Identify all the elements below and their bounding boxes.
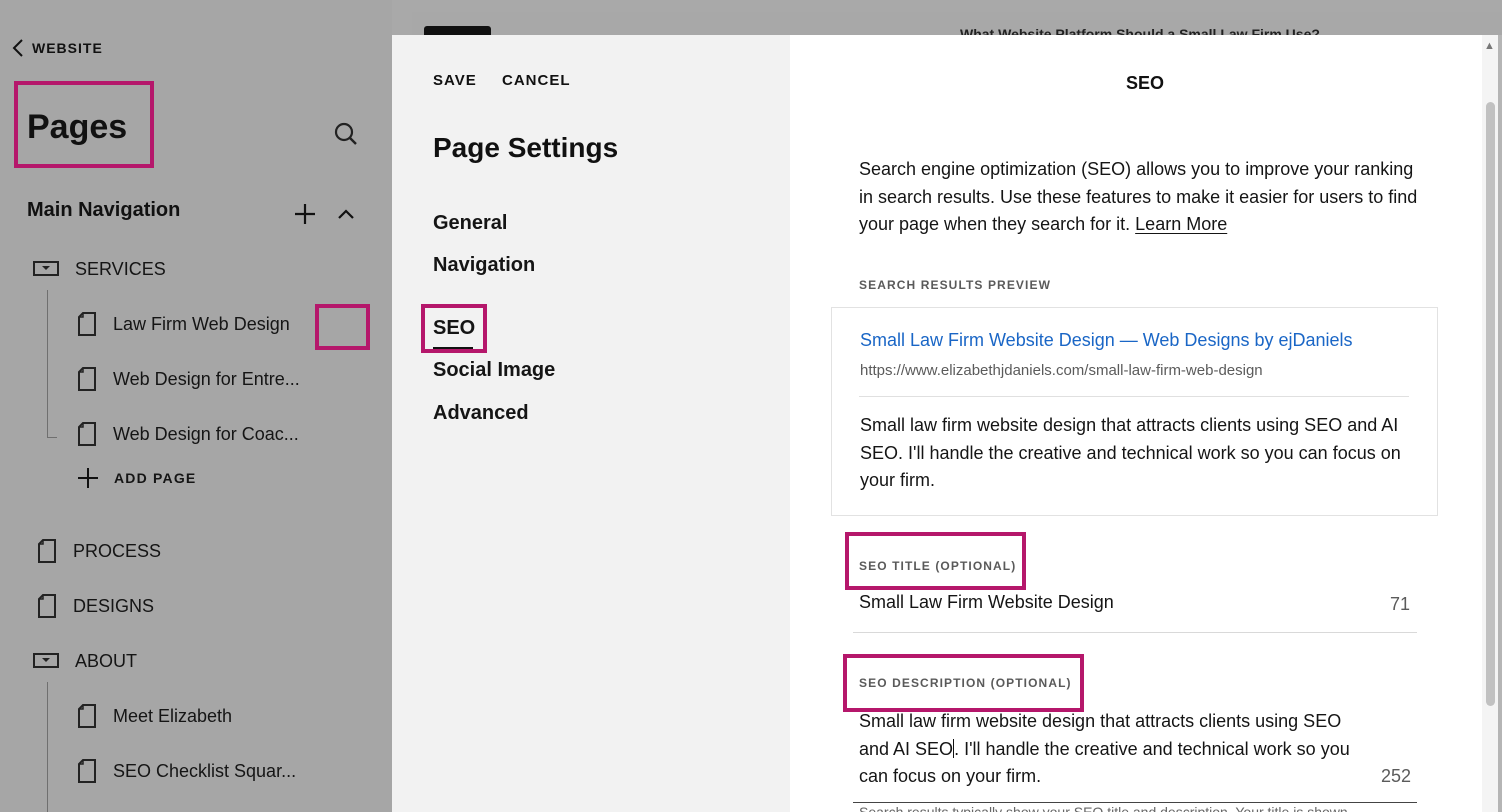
seo-title-input[interactable]: Small Law Firm Website Design <box>859 592 1414 618</box>
sidebar-item-seo-checklist[interactable]: SEO Checklist Squar... <box>77 755 296 787</box>
page-icon <box>78 422 96 446</box>
sidebar-item-web-design-entrepreneurs[interactable]: Web Design for Entre... <box>77 363 300 395</box>
seo-intro-text: Search engine optimization (SEO) allows … <box>859 156 1419 239</box>
sidebar-item-label: Meet Elizabeth <box>113 705 233 726</box>
page-icon <box>78 312 96 336</box>
sidebar-item-law-firm-web-design[interactable]: Law Firm Web Design <box>77 308 290 340</box>
search-results-preview-label: SEARCH RESULTS PREVIEW <box>859 278 1051 292</box>
tree-hook-services <box>47 437 57 438</box>
preview-url: https://www.elizabethjdaniels.com/small-… <box>860 362 1263 379</box>
preview-title-link[interactable]: Small Law Firm Website Design — Web Desi… <box>860 330 1353 351</box>
learn-more-link[interactable]: Learn More <box>1135 214 1227 234</box>
highlight-box-page-settings-trigger <box>315 304 370 350</box>
plus-icon <box>295 204 315 224</box>
back-to-website-button[interactable]: WEBSITE <box>12 38 103 58</box>
seo-panel-heading: SEO <box>1126 73 1165 93</box>
page-settings-title: Page Settings <box>433 132 619 163</box>
chevron-left-icon <box>12 39 23 57</box>
sidebar-item-label: Law Firm Web Design <box>113 313 290 334</box>
sidebar-item-about[interactable]: ABOUT <box>33 645 137 677</box>
sidebar-item-web-design-coaches[interactable]: Web Design for Coac... <box>77 418 299 450</box>
sidebar-item-label: PROCESS <box>73 540 162 561</box>
page-icon <box>38 539 56 563</box>
scrollbar-thumb[interactable] <box>1486 102 1495 706</box>
sidebar-item-services[interactable]: SERVICES <box>33 253 166 285</box>
add-page-label: ADD PAGE <box>114 470 197 486</box>
collapse-navigation-button[interactable] <box>335 203 357 225</box>
sidebar-item-label: SEO Checklist Squar... <box>113 760 297 781</box>
page-icon <box>38 594 56 618</box>
page-icon <box>78 759 96 783</box>
scroll-up-arrow-icon[interactable]: ▲ <box>1484 40 1495 52</box>
seo-title-underline <box>853 632 1417 633</box>
sidebar-item-label: Web Design for Entre... <box>113 368 300 389</box>
main-navigation-heading: Main Navigation <box>27 199 181 221</box>
seo-helper-text: Search results typically show your SEO t… <box>859 804 1348 812</box>
add-page-button[interactable]: ADD PAGE <box>76 466 196 490</box>
tab-social-image[interactable]: Social Image <box>433 359 555 382</box>
sidebar-item-process[interactable]: PROCESS <box>37 535 161 567</box>
seo-description-underline <box>853 802 1417 803</box>
tab-advanced[interactable]: Advanced <box>433 402 529 425</box>
sidebar-item-designs[interactable]: DESIGNS <box>37 590 154 622</box>
plus-icon <box>78 468 98 488</box>
sidebar-item-label: DESIGNS <box>73 595 155 616</box>
add-to-navigation-button[interactable] <box>292 201 318 227</box>
save-button[interactable]: SAVE <box>433 72 477 89</box>
pages-sidebar: WEBSITE Pages Main Navigation SERVICES L… <box>0 0 392 812</box>
tab-navigation[interactable]: Navigation <box>433 254 535 277</box>
window-edge <box>1498 35 1502 812</box>
seo-description-char-count: 252 <box>1381 766 1412 786</box>
highlight-box-pages-title <box>14 81 154 168</box>
tree-line-about <box>47 682 48 812</box>
seo-description-input[interactable]: Small law firm website design that attra… <box>859 708 1369 791</box>
preview-divider <box>859 396 1409 397</box>
folder-icon <box>33 261 59 276</box>
chevron-up-icon <box>338 209 354 219</box>
highlight-box-seo-title <box>845 532 1026 590</box>
cancel-button[interactable]: CANCEL <box>502 72 571 89</box>
tab-general[interactable]: General <box>433 212 507 235</box>
tree-line-services <box>47 290 48 438</box>
search-pages-button[interactable] <box>332 120 360 148</box>
highlight-box-seo-tab <box>421 304 487 353</box>
sidebar-item-label: ABOUT <box>75 650 138 671</box>
sidebar-item-meet-elizabeth[interactable]: Meet Elizabeth <box>77 700 232 732</box>
page-icon <box>78 367 96 391</box>
preview-description: Small law firm website design that attra… <box>860 415 1401 490</box>
seo-title-char-count: 71 <box>1390 594 1411 614</box>
folder-icon <box>33 653 59 668</box>
search-icon <box>334 122 357 145</box>
sidebar-item-label: Web Design for Coac... <box>113 423 299 444</box>
back-label: WEBSITE <box>32 40 103 56</box>
sidebar-item-label: SERVICES <box>75 258 166 279</box>
highlight-box-seo-description <box>843 654 1084 712</box>
page-icon <box>78 704 96 728</box>
